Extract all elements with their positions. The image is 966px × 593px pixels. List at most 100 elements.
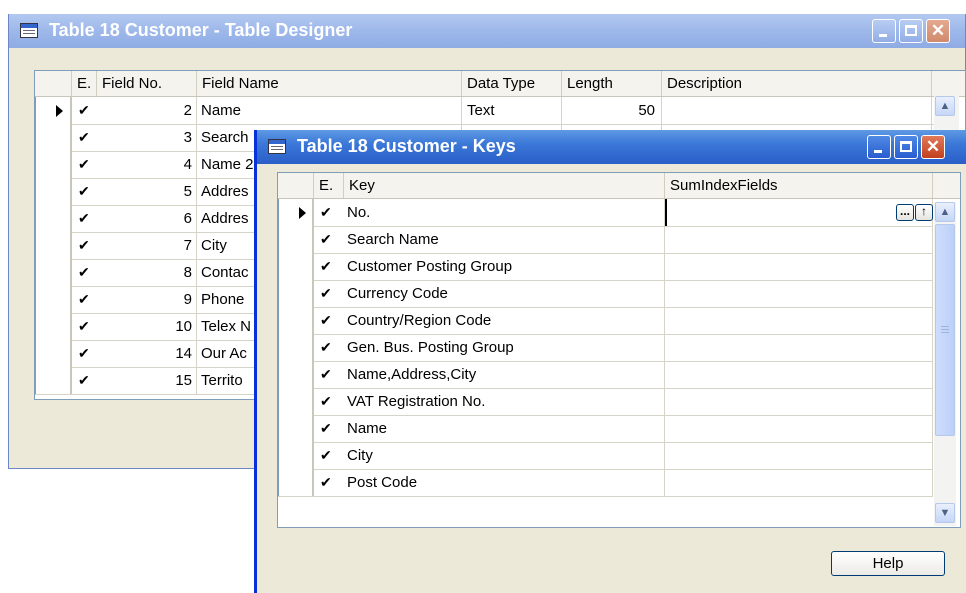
scroll-up-icon[interactable]: ▲ [935,96,955,116]
field-no-cell[interactable]: 9 [97,286,197,313]
col-field-no[interactable]: Field No. [97,71,197,96]
enabled-checkmark[interactable]: ✔ [78,340,90,367]
row-selector[interactable] [278,415,314,442]
key-cell[interactable]: No. [344,199,665,226]
row-selector[interactable] [278,253,314,280]
scroll-thumb[interactable] [935,224,955,436]
row-selector[interactable] [35,232,72,259]
key-row[interactable]: ✔ No. [278,199,933,227]
col-description[interactable]: Description [662,71,932,96]
key-cell[interactable]: Currency Code [344,280,665,307]
enabled-checkmark[interactable]: ✔ [78,259,90,286]
designer-title-bar[interactable]: Table 18 Customer - Table Designer ✕ [9,14,965,48]
key-cell[interactable]: Gen. Bus. Posting Group [344,334,665,361]
key-row[interactable]: ✔ Customer Posting Group [278,253,933,281]
enabled-checkmark[interactable]: ✔ [78,286,90,313]
sumindexfields-cell[interactable] [665,388,933,415]
row-selector[interactable] [35,286,72,313]
enabled-checkmark[interactable]: ✔ [78,232,90,259]
enabled-checkmark[interactable]: ✔ [320,388,332,415]
key-row[interactable]: ✔ Name,Address,City [278,361,933,389]
enabled-checkmark[interactable]: ✔ [78,367,90,394]
col-sumindexfields[interactable]: SumIndexFields [665,173,933,198]
key-cell[interactable]: City [344,442,665,469]
key-row[interactable]: ✔ Search Name [278,226,933,254]
designer-maximize-button[interactable] [899,19,923,43]
key-cell[interactable]: Customer Posting Group [344,253,665,280]
field-no-cell[interactable]: 15 [97,367,197,394]
row-selector[interactable] [278,307,314,334]
enabled-checkmark[interactable]: ✔ [320,226,332,253]
row-selector[interactable] [35,205,72,232]
enabled-checkmark[interactable]: ✔ [78,205,90,232]
sumindexfields-cell[interactable] [665,415,933,442]
key-row[interactable]: ✔ Currency Code [278,280,933,308]
col-length[interactable]: Length [562,71,662,96]
key-row[interactable]: ✔ City [278,442,933,470]
row-selector[interactable] [278,280,314,307]
enabled-checkmark[interactable]: ✔ [78,124,90,151]
row-selector[interactable] [35,151,72,178]
move-up-button[interactable]: ↑ [915,204,933,221]
row-selector[interactable] [35,367,72,394]
col-key[interactable]: Key [344,173,665,198]
designer-minimize-button[interactable] [872,19,896,43]
enabled-checkmark[interactable]: ✔ [78,178,90,205]
row-selector[interactable] [278,199,314,226]
key-row[interactable]: ✔ Name [278,415,933,443]
field-no-cell[interactable]: 5 [97,178,197,205]
help-button[interactable]: Help [831,551,945,576]
description-cell[interactable] [662,97,932,124]
field-row[interactable]: ✔ 2 Name Text 50 [35,97,935,125]
row-selector[interactable] [278,361,314,388]
lookup-button[interactable]: ... [896,204,914,221]
key-row[interactable]: ✔ Country/Region Code [278,307,933,335]
enabled-checkmark[interactable]: ✔ [320,442,332,469]
enabled-checkmark[interactable]: ✔ [320,307,332,334]
sumindexfields-cell[interactable] [665,280,933,307]
row-selector[interactable] [278,388,314,415]
row-selector[interactable] [35,178,72,205]
sumindexfields-cell[interactable] [665,334,933,361]
keys-grid[interactable]: E. Key SumIndexFields ✔ No. ✔ Search Name ✔ C… [277,172,961,528]
row-selector[interactable] [35,124,72,151]
sumindexfields-cell[interactable] [665,361,933,388]
row-selector[interactable] [278,442,314,469]
field-no-cell[interactable]: 4 [97,151,197,178]
scroll-up-icon[interactable]: ▲ [935,202,955,222]
sumindexfields-cell[interactable] [665,226,933,253]
sumindexfields-cell[interactable] [665,307,933,334]
enabled-checkmark[interactable]: ✔ [320,199,332,226]
row-selector[interactable] [278,334,314,361]
sumindexfields-cell[interactable] [665,199,933,226]
keys-scrollbar[interactable]: ▲ ▼ [934,202,956,526]
key-row[interactable]: ✔ VAT Registration No. [278,388,933,416]
field-no-cell[interactable]: 10 [97,313,197,340]
field-name-cell[interactable]: Name [197,97,462,124]
field-no-cell[interactable]: 2 [97,97,197,124]
keys-title-bar[interactable]: Table 18 Customer - Keys ✕ [257,130,966,164]
enabled-checkmark[interactable]: ✔ [78,97,90,124]
key-cell[interactable]: Name,Address,City [344,361,665,388]
row-selector[interactable] [35,340,72,367]
key-cell[interactable]: Post Code [344,469,665,496]
row-selector[interactable] [35,97,72,124]
row-selector[interactable] [35,259,72,286]
row-selector[interactable] [278,469,314,496]
key-row[interactable]: ✔ Gen. Bus. Posting Group [278,334,933,362]
enabled-checkmark[interactable]: ✔ [320,361,332,388]
field-no-cell[interactable]: 14 [97,340,197,367]
key-cell[interactable]: Search Name [344,226,665,253]
field-no-cell[interactable]: 6 [97,205,197,232]
data-type-cell[interactable]: Text [462,97,562,124]
key-row[interactable]: ✔ Post Code [278,469,933,497]
row-selector[interactable] [35,313,72,340]
designer-close-button[interactable]: ✕ [926,19,950,43]
enabled-checkmark[interactable]: ✔ [320,415,332,442]
key-cell[interactable]: Name [344,415,665,442]
field-no-cell[interactable]: 8 [97,259,197,286]
enabled-checkmark[interactable]: ✔ [320,280,332,307]
length-cell[interactable]: 50 [562,97,662,124]
key-cell[interactable]: Country/Region Code [344,307,665,334]
col-enabled[interactable]: E. [72,71,97,96]
